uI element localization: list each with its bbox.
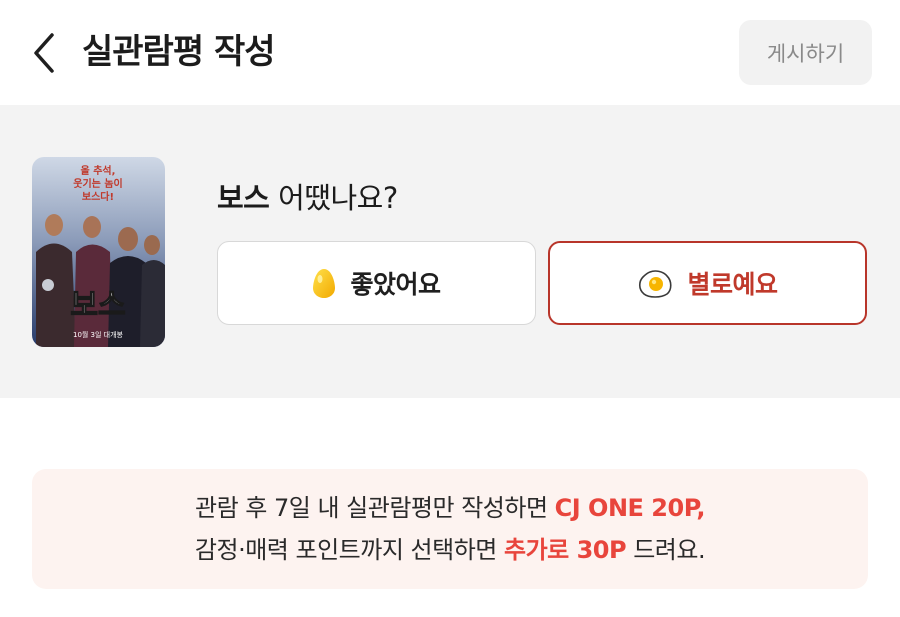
post-button[interactable]: 게시하기 [739,20,872,85]
movie-poster: 올 추석, 웃기는 놈이 보스다! 보스 10월 3일 대개봉 [32,157,165,347]
bad-choice-button[interactable]: 별로예요 [548,241,867,325]
reward-info-line2: 감정·매력 포인트까지 선택하면 추가로 30P 드려요. [32,529,868,571]
back-button[interactable] [24,28,64,78]
review-question: 보스 어땠나요? [217,175,398,217]
chevron-left-icon [34,33,54,73]
poster-tagline: 웃기는 놈이 [73,177,122,190]
page-title: 실관람평 작성 [82,32,276,72]
good-choice-label: 좋았어요 [350,270,441,299]
poster-release: 10월 3일 대개봉 [73,330,124,339]
review-section: 올 추석, 웃기는 놈이 보스다! 보스 10월 3일 대개봉 보스 어땠나요? [0,105,900,398]
egg-icon [313,269,336,298]
reward-suffix: 드려요. [626,536,706,564]
reward-highlight: CJ ONE 20P, [554,494,706,522]
reward-text: 감정·매력 포인트까지 선택하면 [194,536,504,564]
poster-tagline: 보스다! [82,190,114,203]
fried-egg-icon [639,270,673,298]
reward-info-box: 관람 후 7일 내 실관람평만 작성하면 CJ ONE 20P, 감정·매력 포… [32,469,868,589]
reward-info-line1: 관람 후 7일 내 실관람평만 작성하면 CJ ONE 20P, [32,487,868,529]
movie-title: 보스 [217,181,270,215]
header-bar: 실관람평 작성 게시하기 [0,0,900,105]
reward-text: 관람 후 7일 내 실관람평만 작성하면 [194,494,555,522]
good-choice-button[interactable]: 좋았어요 [217,241,536,325]
reward-highlight: 추가로 30P [503,536,627,564]
bad-choice-label: 별로예요 [687,270,778,299]
poster-tagline: 올 추석, [81,164,116,177]
poster-title: 보스 [70,288,125,323]
question-suffix: 어땠나요? [269,181,398,215]
